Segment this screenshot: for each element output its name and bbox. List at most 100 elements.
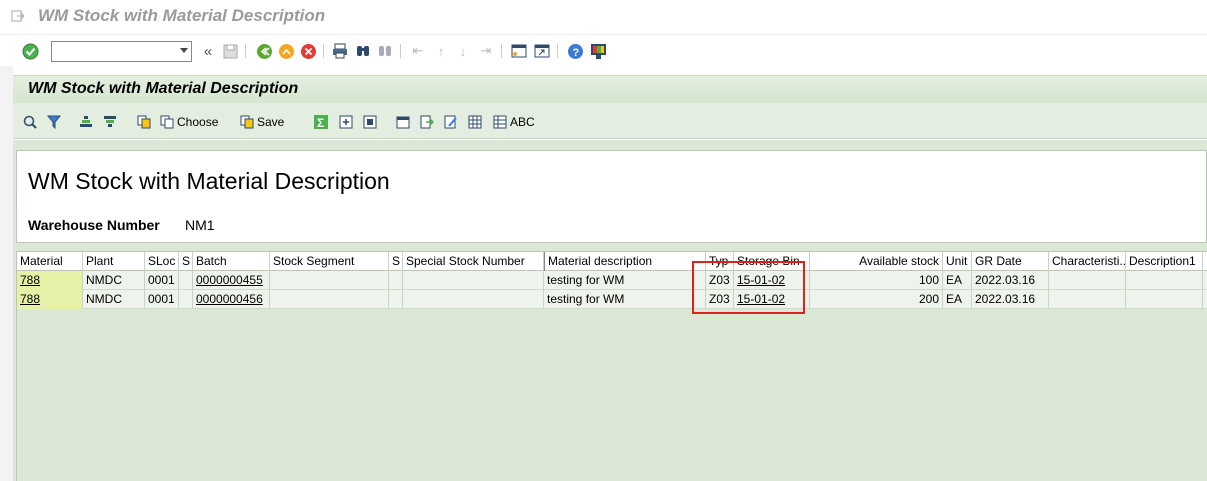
export-icon[interactable] <box>420 113 437 131</box>
column-header-description1[interactable]: Description1 <box>1126 252 1203 271</box>
s-cell <box>179 271 193 290</box>
choose-layout-button[interactable]: Choose <box>160 113 218 131</box>
s2-cell <box>389 271 403 290</box>
previous-page-icon[interactable]: ↑ <box>432 42 450 60</box>
table-row[interactable]: 788 NMDC 0001 0000000455 testing for WM … <box>17 271 1207 290</box>
print-icon[interactable] <box>331 42 349 60</box>
warehouse-number-value: NM1 <box>185 217 215 233</box>
save-icon[interactable] <box>221 42 239 60</box>
enter-check-icon[interactable] <box>21 42 39 60</box>
column-header-unit[interactable]: Unit <box>943 252 972 271</box>
chevron-down-icon[interactable] <box>180 48 188 53</box>
choose-label: Choose <box>177 115 219 129</box>
sloc-cell: 0001 <box>145 271 179 290</box>
stock-segment-cell <box>270 271 389 290</box>
find-icon[interactable] <box>354 42 372 60</box>
column-header-s2[interactable]: S <box>389 252 403 271</box>
column-header-material[interactable]: Material <box>17 252 83 271</box>
back-icon[interactable] <box>255 42 273 60</box>
copy-layout-icon[interactable] <box>137 113 154 131</box>
details-icon[interactable] <box>23 113 40 131</box>
window-titlebar: WM Stock with Material Description <box>0 0 1207 34</box>
unit-cell: EA <box>943 271 972 290</box>
s-cell <box>179 290 193 309</box>
svg-text:Σ: Σ <box>317 116 324 129</box>
gr-date-cell: 2022.03.16 <box>972 290 1049 309</box>
description1-cell <box>1126 271 1203 290</box>
print-preview-icon[interactable] <box>396 113 413 131</box>
abc-label: ABC <box>510 115 535 129</box>
s2-cell <box>389 290 403 309</box>
column-header-gr-date[interactable]: GR Date <box>972 252 1049 271</box>
batch-link[interactable]: 0000000455 <box>196 273 263 287</box>
exit-icon[interactable] <box>11 10 25 22</box>
customize-layout-icon[interactable] <box>589 42 607 60</box>
window-title: WM Stock with Material Description <box>38 6 326 25</box>
sloc-cell: 0001 <box>145 290 179 309</box>
app-title: WM Stock with Material Description <box>28 80 299 97</box>
table-row[interactable]: 788 NMDC 0001 0000000456 testing for WM … <box>17 290 1207 309</box>
app-toolbar: Choose Save Σ ABC <box>13 103 1207 139</box>
column-header-plant[interactable]: Plant <box>83 252 145 271</box>
special-stock-cell <box>403 271 544 290</box>
sort-descending-icon[interactable] <box>103 113 120 131</box>
warehouse-number-label: Warehouse Number <box>28 217 160 233</box>
batch-link[interactable]: 0000000456 <box>196 292 263 306</box>
special-stock-cell <box>403 290 544 309</box>
column-header-batch[interactable]: Batch <box>193 252 270 271</box>
material-description-cell: testing for WM <box>544 271 706 290</box>
report-heading: WM Stock with Material Description <box>28 168 390 194</box>
column-header-special-stock-number[interactable]: Special Stock Number <box>403 252 544 271</box>
description1-cell <box>1126 290 1203 309</box>
material-link[interactable]: 788 <box>20 273 40 287</box>
system-toolbar: « ⇤ ↑ ↓ ⇥ ? <box>0 34 1207 66</box>
column-header-characteristic[interactable]: Characteristi... <box>1049 252 1126 271</box>
last-page-icon[interactable]: ⇥ <box>477 42 495 60</box>
column-header-material-description[interactable]: Material description <box>544 252 706 271</box>
sort-ascending-icon[interactable] <box>79 113 96 131</box>
left-frame <box>0 66 13 481</box>
exit-session-icon[interactable] <box>277 42 295 60</box>
content-area: WM Stock with Material Description Wareh… <box>13 140 1207 481</box>
available-stock-cell: 100 <box>810 271 943 290</box>
column-header-sloc[interactable]: SLoc <box>145 252 179 271</box>
help-icon[interactable]: ? <box>566 42 584 60</box>
new-session-icon[interactable] <box>510 42 528 60</box>
stock-table: Material Plant SLoc S Batch Stock Segmen… <box>16 251 1207 481</box>
column-header-s[interactable]: S <box>179 252 193 271</box>
abc-analysis-button[interactable]: ABC <box>493 113 535 131</box>
characteristic-cell <box>1049 271 1126 290</box>
highlight-box <box>692 261 805 314</box>
first-page-icon[interactable]: ⇤ <box>409 42 427 60</box>
stock-segment-cell <box>270 290 389 309</box>
expand-icon[interactable] <box>363 113 380 131</box>
material-link[interactable]: 788 <box>20 292 40 306</box>
material-description-cell: testing for WM <box>544 290 706 309</box>
column-header-stock-segment[interactable]: Stock Segment <box>270 252 389 271</box>
svg-text:?: ? <box>572 47 579 59</box>
next-page-icon[interactable]: ↓ <box>454 42 472 60</box>
characteristic-cell <box>1049 290 1126 309</box>
filter-icon[interactable] <box>47 113 64 131</box>
column-header-overflow <box>1203 252 1207 271</box>
cancel-icon[interactable] <box>299 42 317 60</box>
sum-icon[interactable]: Σ <box>314 113 331 131</box>
shortcut-icon[interactable] <box>533 42 551 60</box>
plant-cell: NMDC <box>83 271 145 290</box>
plant-cell: NMDC <box>83 290 145 309</box>
app-title-bar: WM Stock with Material Description <box>13 75 1207 103</box>
collapse-icon[interactable]: « <box>199 42 217 60</box>
gr-date-cell: 2022.03.16 <box>972 271 1049 290</box>
command-field[interactable] <box>51 41 192 62</box>
unit-cell: EA <box>943 290 972 309</box>
save-layout-button[interactable]: Save <box>240 113 284 131</box>
available-stock-cell: 200 <box>810 290 943 309</box>
column-header-available-stock[interactable]: Available stock <box>810 252 943 271</box>
report-header-panel: WM Stock with Material Description Wareh… <box>16 150 1207 243</box>
edit-icon[interactable] <box>444 113 461 131</box>
subtotal-icon[interactable] <box>339 113 356 131</box>
find-next-icon[interactable] <box>376 42 394 60</box>
table-header: Material Plant SLoc S Batch Stock Segmen… <box>17 251 1207 271</box>
save-label: Save <box>257 115 285 129</box>
spreadsheet-icon[interactable] <box>468 113 485 131</box>
